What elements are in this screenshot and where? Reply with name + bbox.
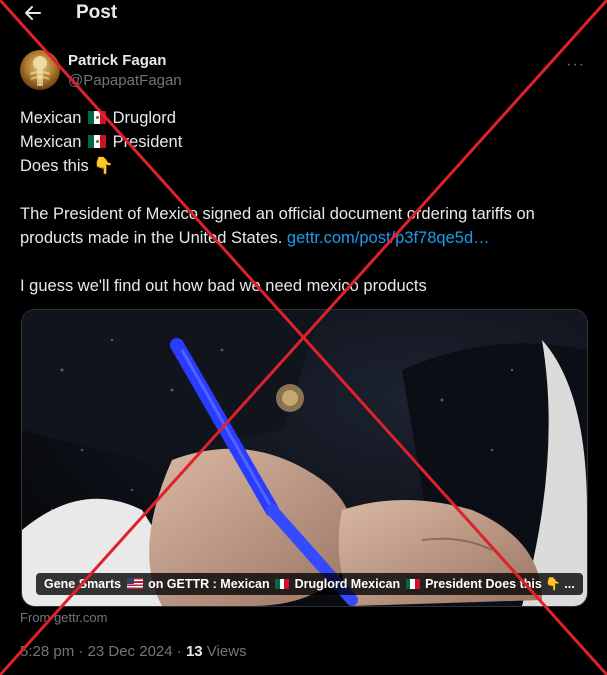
- tweet-line-2: Mexican President: [20, 130, 590, 154]
- text-span: Gene Smarts: [44, 577, 125, 591]
- post-meta: 5:28 pm · 23 Dec 2024 · 13 Views: [20, 643, 247, 660]
- views-label: Views: [202, 643, 247, 660]
- mexico-flag-icon: [405, 579, 420, 589]
- us-flag-icon: [126, 578, 143, 589]
- video-media[interactable]: Gene Smarts on GETTR : Mexican Druglord …: [21, 309, 588, 607]
- mexico-flag-icon: [88, 111, 107, 124]
- link-source[interactable]: From gettr.com: [20, 610, 107, 625]
- author-name[interactable]: Patrick Fagan: [68, 52, 166, 69]
- views-count: 13: [185, 643, 203, 660]
- author-handle[interactable]: @PapapatFagan: [68, 72, 182, 89]
- more-horizontal-icon[interactable]: ···: [566, 56, 585, 74]
- text-span: President Does this 👇 ...: [421, 577, 575, 591]
- mexico-flag-icon: [88, 135, 107, 148]
- text-span: Mexican: [20, 109, 87, 127]
- tweet-link[interactable]: gettr.com/post/p3f78qe5d…: [287, 229, 490, 247]
- tweet-text: Mexican Druglord Mexican President Does …: [20, 106, 590, 298]
- text-span: Druglord Mexican: [291, 577, 404, 591]
- text-span: on GETTR : Mexican: [144, 577, 274, 591]
- text-span: Mexican: [20, 133, 87, 151]
- arrow-left-icon[interactable]: [22, 2, 44, 24]
- tweet-paragraph-1: The President of Mexico signed an offici…: [20, 202, 590, 250]
- video-caption: Gene Smarts on GETTR : Mexican Druglord …: [36, 573, 583, 595]
- page-title: Post: [76, 2, 118, 23]
- tweet-line-3: Does this 👇: [20, 157, 114, 175]
- text-span: President: [108, 133, 183, 151]
- post-timestamp[interactable]: 5:28 pm · 23 Dec 2024 ·: [20, 643, 186, 660]
- avatar-skeleton-image: [29, 56, 51, 86]
- top-bar: Post: [0, 0, 607, 30]
- tweet-paragraph-2: I guess we'll find out how bad we need m…: [20, 277, 427, 295]
- mexico-flag-icon: [275, 579, 290, 589]
- text-span: Druglord: [108, 109, 176, 127]
- avatar[interactable]: [20, 50, 60, 90]
- tweet-line-1: Mexican Druglord: [20, 106, 590, 130]
- video-frame-image: [22, 310, 587, 606]
